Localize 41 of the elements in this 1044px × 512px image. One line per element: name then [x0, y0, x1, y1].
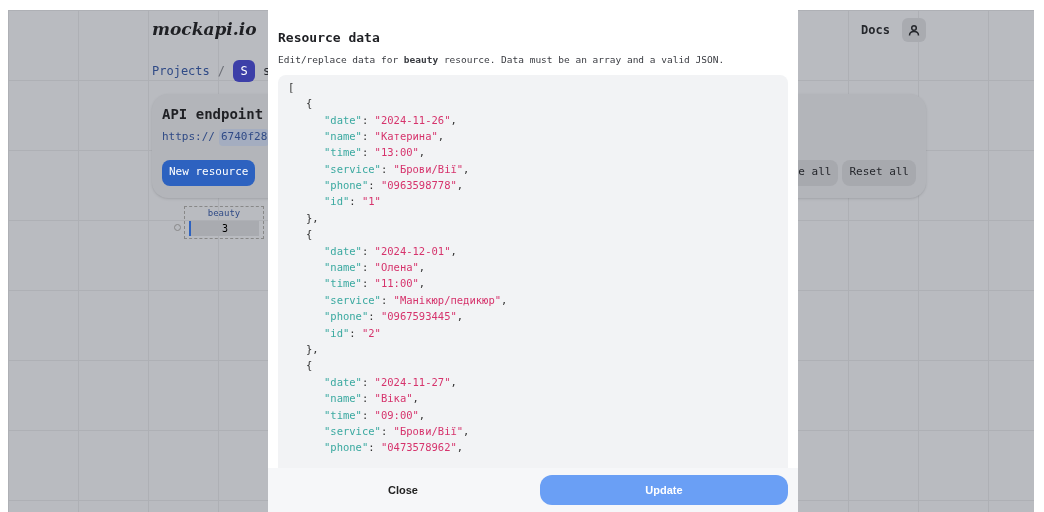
code-line: "time": "11:00", — [324, 277, 426, 290]
projects-link[interactable]: Projects — [152, 62, 210, 80]
project-avatar: S — [233, 60, 256, 82]
code-line: "phone": "0963598778", — [324, 179, 464, 192]
card-title: API endpoint — [162, 105, 264, 124]
code-line: "time": "09:00", — [324, 408, 426, 421]
new-resource-button[interactable]: New resource — [162, 159, 256, 186]
code-line: "phone": "0967593445", — [324, 310, 464, 323]
code-line: "phone": "0473578962", — [324, 441, 464, 454]
code-line: "name": "Віка", — [324, 392, 419, 405]
resource-name: beauty — [207, 207, 241, 220]
code-brace: }, — [306, 211, 319, 224]
code-brace: }, — [306, 343, 319, 355]
user-button[interactable] — [902, 18, 926, 42]
code-line: "service": "Брови/Вії", — [324, 424, 470, 437]
logo[interactable]: mockapi.io — [152, 17, 257, 43]
code-line: "id": "2" — [324, 326, 381, 339]
resource-node[interactable]: beauty 3 — [184, 206, 264, 239]
breadcrumb-separator: / — [217, 63, 226, 80]
code-line: "date": "2024-11-27", — [324, 375, 457, 388]
user-icon — [908, 24, 920, 36]
code-brace: { — [306, 359, 313, 372]
endpoint-host: 6740f28 — [219, 129, 270, 146]
action-button[interactable]: Reset all — [842, 159, 916, 186]
code-line: "id": "1" — [324, 195, 381, 208]
code-line: "name": "Катерина", — [324, 129, 445, 142]
code-brace: { — [306, 97, 313, 110]
code-bracket: [ — [288, 80, 295, 93]
dialog-title: Resource data — [278, 29, 381, 47]
code-line: "date": "2024-12-01", — [324, 244, 457, 257]
code-line: "service": "Брови/Вії", — [324, 162, 470, 175]
code-line: "service": "Манікюр/педикюр", — [324, 293, 508, 306]
close-button[interactable]: Close — [388, 481, 418, 499]
dialog-description: Edit/replace data for beauty resource. Data must be an array and a valid JSON. — [278, 52, 726, 67]
code-line: "name": "Олена", — [324, 261, 426, 274]
code-line: "date": "2024-11-26", — [324, 113, 457, 126]
code-line: "time": "13:00", — [324, 146, 426, 159]
code-brace: { — [306, 228, 313, 241]
resource-count: 3 — [189, 220, 259, 236]
docs-link[interactable]: Docs — [861, 21, 890, 39]
endpoint-protocol: https:// — [162, 129, 215, 145]
